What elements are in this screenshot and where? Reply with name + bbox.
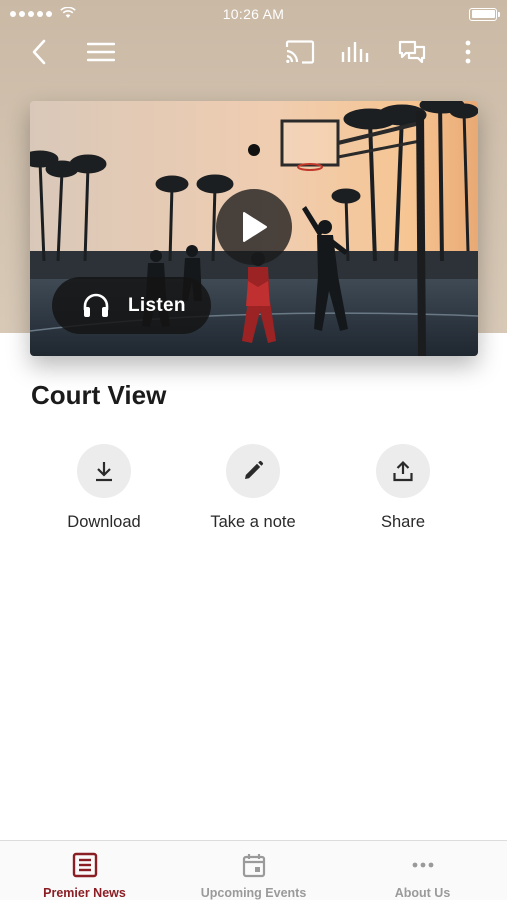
hero-image[interactable]: Listen	[30, 101, 478, 356]
bottom-tab-bar: Premier News Upcoming Events About Us	[0, 840, 507, 900]
play-icon	[243, 212, 267, 242]
play-button[interactable]	[216, 189, 292, 265]
battery-icon	[469, 7, 500, 21]
calendar-icon	[242, 854, 265, 878]
signal-strength-icon	[10, 11, 52, 17]
back-icon[interactable]	[22, 35, 56, 69]
tab-label-upcoming-events: Upcoming Events	[200, 886, 307, 900]
download-label: Download	[67, 513, 141, 531]
tab-label-about-us: About Us	[394, 886, 451, 900]
action-row: Download Take a note Share	[0, 444, 507, 544]
app-bar	[0, 30, 507, 74]
wifi-icon	[60, 6, 76, 22]
hamburger-menu-icon[interactable]	[84, 35, 118, 69]
tab-about-us[interactable]: About Us	[338, 841, 507, 900]
more-horizontal-icon	[412, 862, 433, 868]
newspaper-icon	[72, 852, 97, 878]
headphones-icon	[83, 293, 109, 317]
chat-icon[interactable]	[395, 35, 429, 69]
tab-premier-news[interactable]: Premier News	[0, 841, 169, 900]
status-right	[377, 7, 500, 21]
listen-button[interactable]: Listen	[52, 277, 211, 334]
tab-label-premier-news: Premier News	[43, 886, 126, 900]
download-circle[interactable]	[77, 444, 131, 498]
more-vertical-icon[interactable]	[451, 35, 485, 69]
cast-icon[interactable]	[283, 35, 317, 69]
status-time: 10:26 AM	[222, 6, 285, 22]
audio-bars-icon[interactable]	[339, 35, 373, 69]
download-icon	[96, 462, 112, 482]
share-icon	[393, 460, 413, 482]
share-button[interactable]: Share	[333, 444, 473, 532]
article-title: Court View	[31, 380, 167, 410]
take-a-note-label: Take a note	[210, 513, 296, 531]
status-bar: 10:26 AM	[0, 0, 507, 28]
take-a-note-circle[interactable]	[226, 444, 280, 498]
listen-label: Listen	[128, 294, 186, 316]
share-circle[interactable]	[376, 444, 430, 498]
status-left	[10, 6, 130, 22]
tab-upcoming-events[interactable]: Upcoming Events	[169, 841, 338, 900]
download-button[interactable]: Download	[34, 444, 174, 532]
share-label: Share	[380, 513, 426, 531]
pencil-icon	[245, 460, 264, 479]
take-a-note-button[interactable]: Take a note	[183, 444, 323, 532]
